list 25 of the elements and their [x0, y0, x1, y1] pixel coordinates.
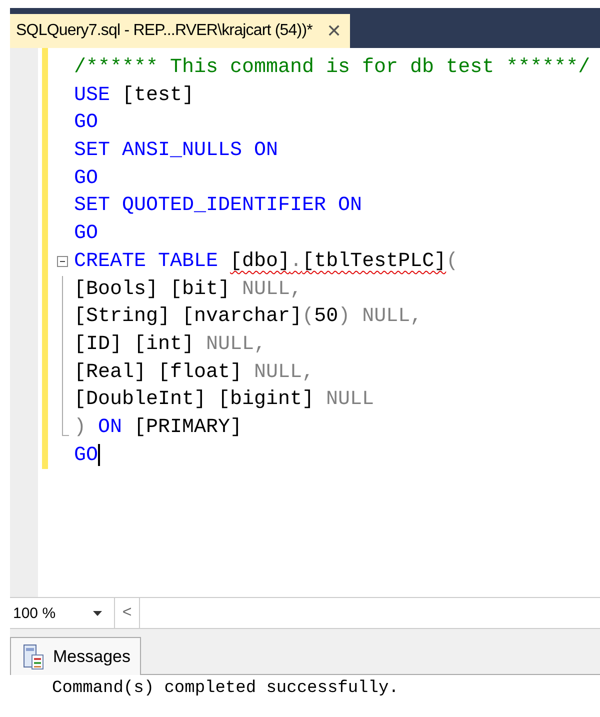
code-line: SET ANSI_NULLS ON — [74, 138, 278, 164]
code-line: SET QUOTED_IDENTIFIER ON — [74, 193, 362, 220]
code-line: CREATE TABLE [dbo].[tblTestPLC]( — [74, 248, 458, 275]
code-line: GO — [74, 166, 98, 192]
code-line: /****** This command is for db test ******/ — [74, 55, 590, 81]
code-line: [Real] [float] NULL, — [74, 360, 314, 386]
zoom-dropdown[interactable]: 100 % — [10, 598, 114, 628]
code-line: [ID] [int] NULL, — [74, 332, 266, 358]
horizontal-scrollbar[interactable] — [140, 598, 600, 628]
messages-icon — [23, 644, 45, 670]
code-line: [Bools] [bit] NULL, — [74, 276, 302, 302]
dropdown-caret-icon — [93, 610, 102, 616]
collapse-icon[interactable] — [57, 256, 68, 267]
document-tab[interactable]: SQLQuery7.sql - REP...RVER\krajcart (54))* ✕ — [10, 14, 350, 48]
result-message: Command(s) completed successfully. — [10, 675, 600, 717]
code-line: ) ON [PRIMARY] — [74, 414, 242, 441]
code-line: [DoubleInt] [bigint] NULL — [74, 387, 374, 414]
code-line: GO — [74, 442, 98, 469]
code-line: GO — [74, 110, 98, 136]
code-line: [String] [nvarchar](50) NULL, — [74, 304, 422, 330]
scroll-left-button[interactable]: < — [114, 598, 140, 628]
code-line: USE [test] — [74, 82, 194, 109]
messages-tab[interactable]: Messages — [10, 637, 142, 675]
tab-title: SQLQuery7.sql - REP...RVER\krajcart (54))* — [16, 22, 312, 40]
code-line: GO — [74, 221, 98, 248]
